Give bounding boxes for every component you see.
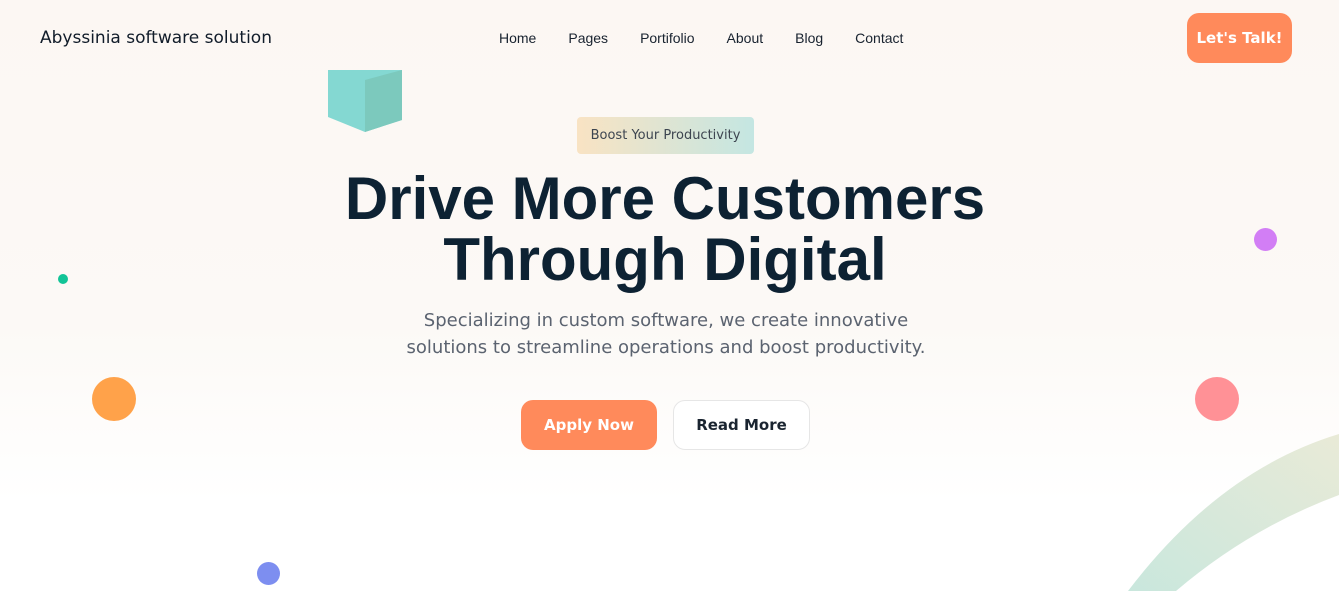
decorative-arc-icon — [1128, 434, 1339, 591]
nav-about[interactable]: About — [727, 30, 764, 46]
brand-logo-text[interactable]: Abyssinia software solution — [40, 28, 272, 48]
read-more-button[interactable]: Read More — [673, 400, 810, 450]
pink-dot-icon — [1195, 377, 1239, 421]
hero-subtitle: Specializing in custom software, we crea… — [370, 307, 962, 361]
nav-portifolio[interactable]: Portifolio — [640, 30, 694, 46]
green-dot-icon — [58, 274, 68, 284]
lets-talk-button[interactable]: Let's Talk! — [1187, 13, 1292, 63]
nav-home[interactable]: Home — [499, 30, 536, 46]
main-nav: Home Pages Portifolio About Blog Contact — [499, 30, 935, 46]
productivity-badge: Boost Your Productivity — [577, 117, 754, 154]
purple-dot-icon — [1254, 228, 1277, 251]
subtitle-line-2: solutions to streamline operations and b… — [406, 337, 926, 358]
blue-dot-icon — [257, 562, 280, 585]
apply-now-button[interactable]: Apply Now — [521, 400, 657, 450]
cube-shape-icon — [328, 70, 402, 132]
subtitle-line-1: Specializing in custom software, we crea… — [423, 310, 909, 331]
nav-contact[interactable]: Contact — [855, 30, 903, 46]
headline-line-2: Through Digital — [443, 226, 887, 293]
orange-dot-icon — [92, 377, 136, 421]
headline-line-1: Drive More Customers — [344, 165, 986, 232]
nav-blog[interactable]: Blog — [795, 30, 823, 46]
hero-headline: Drive More Customers Through Digital — [290, 168, 1040, 290]
nav-pages[interactable]: Pages — [568, 30, 608, 46]
